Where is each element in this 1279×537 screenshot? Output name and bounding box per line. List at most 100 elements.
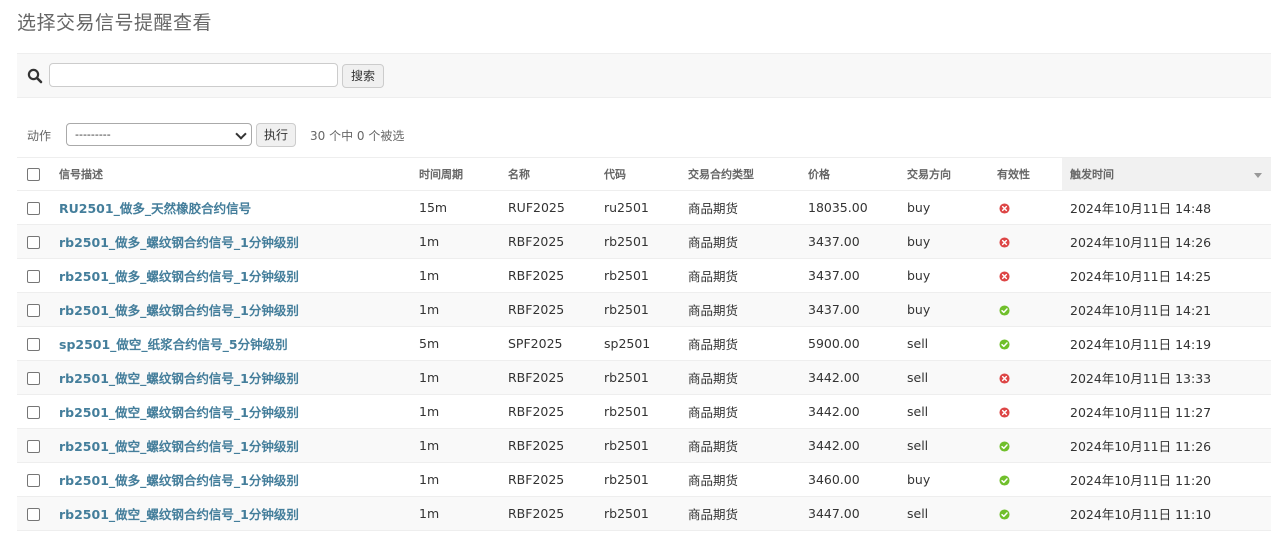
x-circle-icon (999, 203, 1010, 214)
code-cell: rb2501 (596, 496, 680, 531)
signal-link[interactable]: rb2501_做空_螺纹钢合约信号_1分钟级别 (59, 405, 299, 420)
valid-cell (989, 394, 1062, 429)
signal-link[interactable]: rb2501_做多_螺纹钢合约信号_1分钟级别 (59, 473, 299, 488)
code-cell: rb2501 (596, 394, 680, 429)
direction-cell: sell (899, 428, 989, 463)
run-action-button[interactable]: 执行 (256, 123, 297, 147)
check-circle-icon (999, 509, 1010, 520)
signal-link[interactable]: sp2501_做空_纸浆合约信号_5分钟级别 (59, 337, 288, 352)
code-cell: rb2501 (596, 224, 680, 259)
signal-desc-cell: rb2501_做多_螺纹钢合约信号_1分钟级别 (51, 258, 411, 293)
column-header-name[interactable]: 名称 (500, 157, 596, 191)
column-header-code[interactable]: 代码 (596, 157, 680, 191)
row-select-cell (17, 394, 51, 429)
x-circle-icon (999, 237, 1010, 248)
signal-desc-cell: rb2501_做空_螺纹钢合约信号_1分钟级别 (51, 360, 411, 395)
price-cell: 3437.00 (800, 224, 899, 259)
code-cell: ru2501 (596, 190, 680, 225)
signal-desc-cell: rb2501_做多_螺纹钢合约信号_1分钟级别 (51, 462, 411, 497)
trigger-time-cell: 2024年10月11日 14:21 (1062, 292, 1271, 327)
valid-cell (989, 224, 1062, 259)
price-cell: 3437.00 (800, 258, 899, 293)
code-cell: rb2501 (596, 292, 680, 327)
direction-cell: buy (899, 258, 989, 293)
table-row: rb2501_做空_螺纹钢合约信号_1分钟级别 1m RBF2025 rb2501 商品… (17, 428, 1271, 463)
valid-cell (989, 326, 1062, 361)
column-header-direction[interactable]: 交易方向 (899, 157, 989, 191)
period-cell: 1m (411, 224, 500, 259)
name-cell: RBF2025 (500, 394, 596, 429)
column-header-period[interactable]: 时间周期 (411, 157, 500, 191)
code-cell: sp2501 (596, 326, 680, 361)
direction-cell: sell (899, 496, 989, 531)
signal-link[interactable]: rb2501_做多_螺纹钢合约信号_1分钟级别 (59, 235, 299, 250)
check-circle-icon (999, 475, 1010, 486)
type-cell: 商品期货 (680, 462, 800, 497)
signal-link[interactable]: rb2501_做空_螺纹钢合约信号_1分钟级别 (59, 439, 299, 454)
column-header-time-label: 触发时间 (1070, 168, 1114, 181)
trigger-time-cell: 2024年10月11日 14:48 (1062, 190, 1271, 225)
valid-cell (989, 496, 1062, 531)
sort-caret-icon[interactable] (1254, 173, 1262, 178)
signal-link[interactable]: rb2501_做多_螺纹钢合约信号_1分钟级别 (59, 269, 299, 284)
row-select-cell (17, 326, 51, 361)
price-cell: 3447.00 (800, 496, 899, 531)
type-cell: 商品期货 (680, 258, 800, 293)
search-input[interactable] (49, 63, 338, 87)
period-cell: 15m (411, 190, 500, 225)
name-cell: RBF2025 (500, 496, 596, 531)
table-row: sp2501_做空_纸浆合约信号_5分钟级别 5m SPF2025 sp2501 商品期… (17, 326, 1271, 361)
row-select-cell (17, 224, 51, 259)
check-circle-icon (999, 339, 1010, 350)
signal-desc-cell: rb2501_做空_螺纹钢合约信号_1分钟级别 (51, 496, 411, 531)
row-checkbox[interactable] (27, 202, 40, 215)
trigger-time-cell: 2024年10月11日 11:20 (1062, 462, 1271, 497)
column-header-price[interactable]: 价格 (800, 157, 899, 191)
select-all-checkbox[interactable] (27, 167, 40, 181)
column-header-valid[interactable]: 有效性 (989, 157, 1062, 191)
period-cell: 1m (411, 258, 500, 293)
row-checkbox[interactable] (27, 440, 40, 453)
valid-cell (989, 292, 1062, 327)
trigger-time-cell: 2024年10月11日 14:19 (1062, 326, 1271, 361)
action-select[interactable]: --------- (66, 123, 252, 146)
signal-desc-cell: rb2501_做空_螺纹钢合约信号_1分钟级别 (51, 394, 411, 429)
row-select-cell (17, 360, 51, 395)
column-header-desc[interactable]: 信号描述 (51, 157, 411, 191)
actions-bar: 动作 --------- 执行 30 个中 0 个被选 (17, 122, 817, 148)
select-all-header (17, 157, 51, 191)
row-checkbox[interactable] (27, 270, 40, 283)
signal-link[interactable]: rb2501_做多_螺纹钢合约信号_1分钟级别 (59, 303, 299, 318)
signal-link[interactable]: rb2501_做空_螺纹钢合约信号_1分钟级别 (59, 371, 299, 386)
actions-label: 动作 (27, 129, 52, 143)
table-row: rb2501_做多_螺纹钢合约信号_1分钟级别 1m RBF2025 rb2501 商品… (17, 224, 1271, 259)
column-header-time[interactable]: 触发时间 (1062, 157, 1271, 191)
code-cell: rb2501 (596, 462, 680, 497)
row-checkbox[interactable] (27, 508, 40, 521)
period-cell: 1m (411, 394, 500, 429)
direction-cell: sell (899, 360, 989, 395)
name-cell: RBF2025 (500, 360, 596, 395)
x-circle-icon (999, 271, 1010, 282)
signal-link[interactable]: RU2501_做多_天然橡胶合约信号 (59, 201, 251, 216)
row-checkbox[interactable] (27, 338, 40, 351)
row-checkbox[interactable] (27, 474, 40, 487)
table-row: rb2501_做空_螺纹钢合约信号_1分钟级别 1m RBF2025 rb2501 商品… (17, 394, 1271, 429)
table-row: rb2501_做多_螺纹钢合约信号_1分钟级别 1m RBF2025 rb2501 商品… (17, 292, 1271, 327)
valid-cell (989, 258, 1062, 293)
table-row: rb2501_做空_螺纹钢合约信号_1分钟级别 1m RBF2025 rb2501 商品… (17, 360, 1271, 395)
table-row: RU2501_做多_天然橡胶合约信号 15m RUF2025 ru2501 商品期货 18… (17, 190, 1271, 225)
row-checkbox[interactable] (27, 406, 40, 419)
row-checkbox[interactable] (27, 236, 40, 249)
row-checkbox[interactable] (27, 372, 40, 385)
direction-cell: buy (899, 292, 989, 327)
signal-link[interactable]: rb2501_做空_螺纹钢合约信号_1分钟级别 (59, 507, 299, 522)
search-button[interactable]: 搜索 (342, 64, 385, 88)
signal-desc-cell: sp2501_做空_纸浆合约信号_5分钟级别 (51, 326, 411, 361)
row-checkbox[interactable] (27, 304, 40, 317)
column-header-type[interactable]: 交易合约类型 (680, 157, 800, 191)
price-cell: 3442.00 (800, 428, 899, 463)
period-cell: 1m (411, 428, 500, 463)
chevron-down-icon (235, 128, 247, 140)
trigger-time-cell: 2024年10月11日 13:33 (1062, 360, 1271, 395)
